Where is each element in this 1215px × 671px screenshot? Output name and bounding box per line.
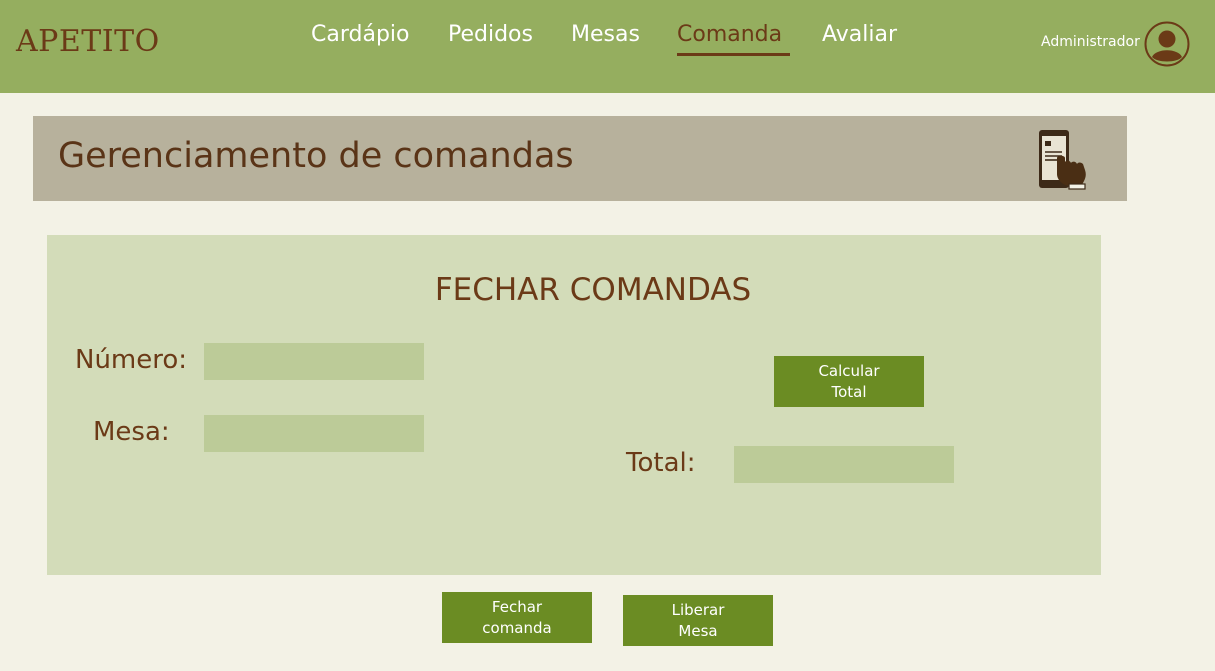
phone-touch-icon	[1035, 128, 1091, 192]
mesa-input[interactable]	[204, 415, 424, 452]
mesa-label: Mesa:	[93, 417, 170, 447]
nav-mesas[interactable]: Mesas	[571, 22, 640, 47]
calcular-total-button[interactable]: Calcular Total	[774, 356, 924, 407]
numero-label: Número:	[75, 345, 188, 375]
user-name-label[interactable]: Administrador	[1041, 34, 1140, 50]
panel-title: FECHAR COMANDAS	[434, 272, 752, 308]
total-input[interactable]	[734, 446, 954, 483]
user-avatar-icon[interactable]	[1144, 21, 1190, 67]
fechar-comanda-button[interactable]: Fechar comanda	[442, 592, 592, 643]
active-nav-underline	[677, 53, 790, 56]
page-title: Gerenciamento de comandas	[58, 136, 574, 176]
nav-cardapio[interactable]: Cardápio	[311, 22, 409, 47]
total-label: Total:	[626, 448, 696, 478]
nav-comanda[interactable]: Comanda	[677, 22, 782, 47]
numero-input[interactable]	[204, 343, 424, 380]
nav-pedidos[interactable]: Pedidos	[448, 22, 533, 47]
page-header: Gerenciamento de comandas	[33, 116, 1127, 201]
fechar-comandas-panel: FECHAR COMANDAS Número: Mesa: Calcular T…	[47, 235, 1101, 575]
brand-logo[interactable]: APETITO	[16, 24, 160, 59]
nav-avaliar[interactable]: Avaliar	[822, 22, 897, 47]
top-navigation-bar: APETITO Cardápio Pedidos Mesas Comanda A…	[0, 0, 1215, 93]
liberar-mesa-button[interactable]: Liberar Mesa	[623, 595, 773, 646]
